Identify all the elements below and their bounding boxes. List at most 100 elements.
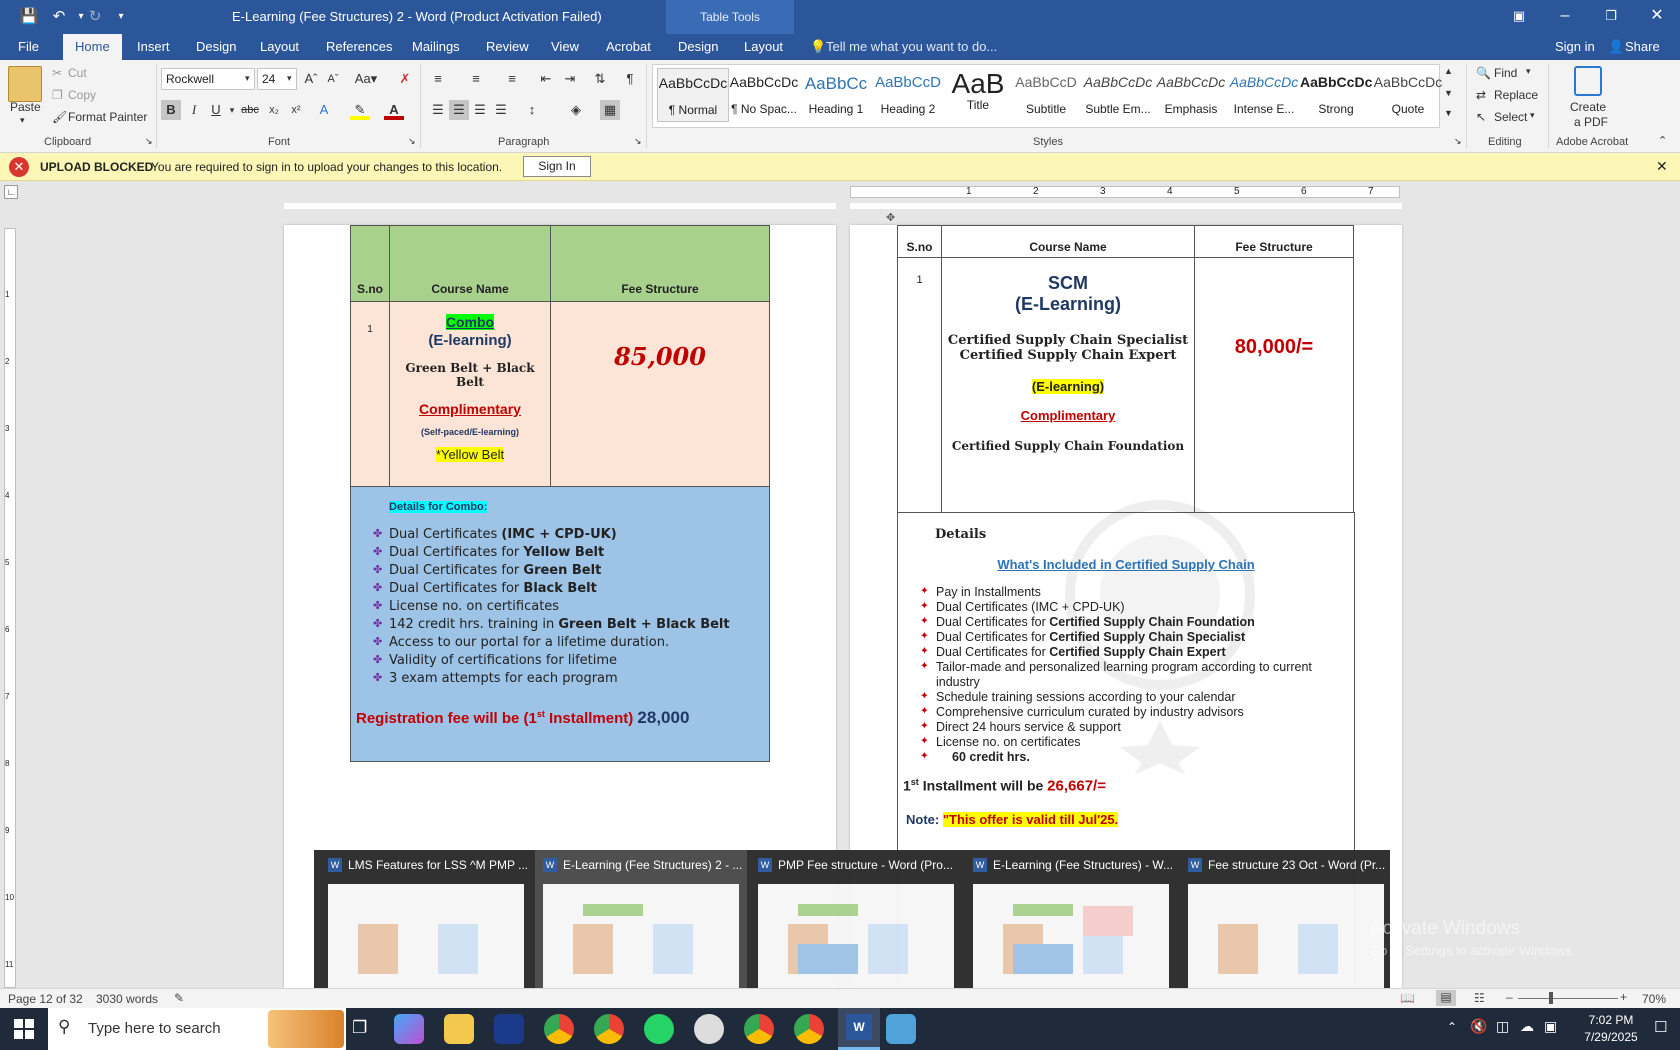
scrollbar[interactable] [1664,205,1680,988]
multilevel-list-icon[interactable]: ≡ [502,69,522,89]
borders-icon[interactable]: ▦ [600,100,620,120]
style-item[interactable]: AaBbCcDc ¶ Normal [657,68,729,122]
taskbar-thumbnail[interactable]: W LMS Features for LSS ^M PMP ... [320,850,532,1008]
styles-more-icon[interactable]: ▼ [1444,108,1453,118]
taskbar-thumbnail[interactable]: W PMP Fee structure - Word (Pro... [750,850,962,1008]
page-count[interactable]: Page 12 of 32 [8,992,83,1006]
replace-icon[interactable]: ⇄ [1476,88,1486,102]
zoom-out-icon[interactable]: – [1506,990,1513,1004]
tab-table-layout[interactable]: Layout [744,39,783,54]
select-icon[interactable]: ↖ [1476,110,1486,124]
tab-view[interactable]: View [551,39,579,54]
proofing-icon[interactable]: ✎ [174,991,184,1005]
style-item[interactable]: AaBbCcDc Intense E... [1228,68,1300,122]
style-item[interactable]: AaBbCcD Heading 2 [872,68,944,122]
tray-icon[interactable]: ◫ [1496,1018,1509,1035]
style-item[interactable]: AaBbCcDc Subtle Em... [1082,68,1154,122]
numbering-icon[interactable]: ≡ [466,69,486,89]
create-pdf-icon[interactable] [1574,66,1602,96]
highlight-icon[interactable]: ✎ [350,100,370,120]
select-button[interactable]: Select [1494,110,1527,124]
bullets-icon[interactable]: ≡ [428,69,448,89]
horizontal-ruler[interactable] [850,186,1400,198]
zoom-slider[interactable] [1518,998,1618,999]
sort-icon[interactable]: ⇅ [590,69,610,89]
notepad-icon[interactable] [886,1014,916,1044]
task-view-icon[interactable]: ❐ [352,1018,367,1038]
increase-indent-icon[interactable]: ⇥ [560,69,580,89]
sign-in-button[interactable]: Sign In [523,156,591,177]
read-mode-icon[interactable]: 📖 [1400,991,1415,1005]
taskbar-thumbnail[interactable]: W Fee structure 23 Oct - Word (Pr... [1180,850,1392,1008]
create-pdf-label-2[interactable]: a PDF [1574,115,1608,129]
share-button[interactable]: Share [1625,39,1660,54]
styles-down-icon[interactable]: ▼ [1444,88,1453,98]
taskbar-thumbnail[interactable]: W E-Learning (Fee Structures) 2 - ... [535,850,747,1008]
strikethrough-icon[interactable]: abc [240,100,260,120]
clear-formatting-icon[interactable]: ✗ [395,69,415,89]
tab-acrobat[interactable]: Acrobat [606,39,651,54]
minimize-button[interactable]: – [1542,0,1588,34]
volume-icon[interactable]: 🔇 [1470,1018,1487,1035]
superscript-icon[interactable]: x² [286,100,306,120]
font-launcher-icon[interactable]: ↘ [408,136,416,147]
clock-app-icon[interactable] [694,1014,724,1044]
save-icon[interactable]: 💾 [18,6,40,28]
system-tray-chevron-icon[interactable]: ⌃ [1447,1020,1457,1034]
change-case-icon[interactable]: Aa▾ [351,69,381,89]
table-move-handle-icon[interactable]: ✥ [886,211,895,224]
style-item[interactable]: AaBbCc Heading 1 [800,68,872,122]
italic-icon[interactable]: I [184,100,204,120]
text-effects-icon[interactable]: A [314,100,334,120]
style-item[interactable]: AaBbCcDc ¶ No Spac... [728,68,800,122]
whatsapp-icon[interactable] [644,1014,674,1044]
style-item[interactable]: AaBbCcD Subtitle [1010,68,1082,122]
collapse-ribbon-icon[interactable]: ⌃ [1658,134,1667,147]
find-button[interactable]: Find [1494,66,1517,80]
paragraph-launcher-icon[interactable]: ↘ [634,136,642,147]
included-link[interactable]: What's Included in Certified Supply Chai… [898,557,1354,572]
paste-icon[interactable] [8,66,42,102]
paste-button[interactable]: Paste [10,100,41,114]
chrome-icon[interactable] [544,1014,574,1044]
styles-up-icon[interactable]: ▲ [1444,66,1453,76]
app-icon[interactable] [494,1014,524,1044]
copy-button[interactable]: Copy [68,88,96,102]
tab-home[interactable]: Home [63,34,122,60]
clock-time[interactable]: 7:02 PM [1576,1013,1646,1027]
vertical-ruler[interactable] [4,228,16,988]
font-name-chevron-icon[interactable]: ▾ [245,73,250,84]
tab-mailings[interactable]: Mailings [412,39,460,54]
taskbar-thumbnail[interactable]: W E-Learning (Fee Structures) - W... [965,850,1177,1008]
restore-button[interactable]: ❐ [1588,0,1634,34]
cut-button[interactable]: Cut [68,66,87,80]
network-icon[interactable]: ▣ [1544,1018,1557,1035]
notifications-icon[interactable]: ☐ [1654,1018,1667,1036]
underline-chevron-icon[interactable]: ▾ [222,100,242,120]
style-item[interactable]: AaBbCcDc Quote [1372,68,1444,122]
font-size-chevron-icon[interactable]: ▾ [287,73,292,84]
replace-button[interactable]: Replace [1494,88,1538,102]
create-pdf-label[interactable]: Create [1570,100,1606,114]
find-chevron-icon[interactable]: ▾ [1526,66,1531,77]
close-button[interactable]: ✕ [1634,0,1680,34]
select-chevron-icon[interactable]: ▾ [1530,110,1535,121]
format-painter-icon[interactable]: 🖌 [52,110,67,124]
zoom-slider-thumb[interactable] [1549,992,1554,1004]
clipboard-launcher-icon[interactable]: ↘ [145,136,153,147]
weather-icon[interactable]: ☁ [1520,1018,1534,1035]
align-right-icon[interactable]: ☰ [470,100,490,120]
shrink-font-icon[interactable]: Aˇ [323,69,343,89]
font-name-dropdown[interactable]: Rockwell [161,68,255,90]
zoom-level[interactable]: 70% [1642,992,1666,1006]
undo-icon[interactable]: ↶ [48,6,70,28]
paste-dropdown-icon[interactable]: ▾ [20,115,25,126]
windows-start-icon[interactable] [14,1019,34,1039]
subscript-icon[interactable]: x₂ [264,100,284,120]
chrome-icon[interactable] [744,1014,774,1044]
tab-table-design[interactable]: Design [678,39,718,54]
style-item[interactable]: AaB Title [942,68,1014,122]
zoom-in-icon[interactable]: + [1620,990,1627,1004]
show-formatting-icon[interactable]: ¶ [620,69,640,89]
tab-references[interactable]: References [326,39,392,54]
